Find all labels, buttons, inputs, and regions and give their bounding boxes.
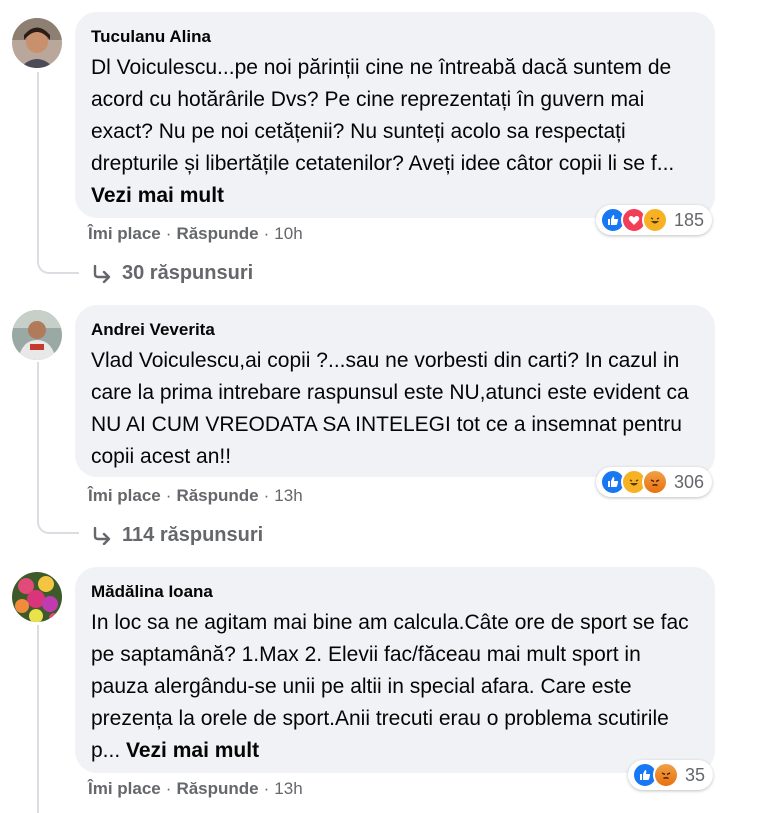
comment-text: In loc sa ne agitam mai bine am calcula.… xyxy=(91,607,699,767)
comment-actions: Îmi place · Răspunde · 10h xyxy=(88,224,303,244)
separator-dot: · xyxy=(263,486,270,505)
user-photo-icon xyxy=(12,310,62,360)
separator-dot: · xyxy=(263,779,270,798)
view-replies-button[interactable]: 114 răspunsuri xyxy=(92,524,263,547)
separator-dot: · xyxy=(165,486,172,505)
comment-author[interactable]: Mădălina Ioana xyxy=(91,581,699,603)
replies-count: 30 răspunsuri xyxy=(122,262,254,284)
like-button[interactable]: Îmi place xyxy=(88,486,161,505)
angry-reaction-icon xyxy=(642,469,668,495)
comment-time[interactable]: 13h xyxy=(274,779,302,798)
separator-dot: · xyxy=(165,779,172,798)
separator-dot: · xyxy=(165,224,172,243)
comment-bubble: Andrei Veverita Vlad Voiculescu,ai copii… xyxy=(75,305,715,477)
reaction-count: 185 xyxy=(674,209,705,230)
haha-reaction-icon xyxy=(642,207,668,233)
reply-button[interactable]: Răspunde xyxy=(176,486,258,505)
like-button[interactable]: Îmi place xyxy=(88,224,161,243)
reply-arrow-icon xyxy=(93,264,111,283)
avatar[interactable] xyxy=(12,18,62,68)
comment-author[interactable]: Tuculanu Alina xyxy=(91,26,699,48)
like-button[interactable]: Îmi place xyxy=(88,779,161,798)
comment-actions: Îmi place · Răspunde · 13h xyxy=(88,486,303,506)
flowers-photo-icon xyxy=(12,572,62,622)
thread-line-1 xyxy=(37,72,39,252)
comment-bubble: Tuculanu Alina Dl Voiculescu...pe noi pă… xyxy=(75,12,715,218)
comment-body: Vlad Voiculescu,ai copii ?...sau ne vorb… xyxy=(91,349,689,468)
reaction-summary[interactable]: 185 xyxy=(596,205,713,235)
comment-text: Dl Voiculescu...pe noi părinții cine ne … xyxy=(91,52,699,212)
reaction-summary[interactable]: 35 xyxy=(628,760,714,790)
user-photo-icon xyxy=(12,18,62,68)
thread-elbow-2 xyxy=(37,510,79,534)
separator-dot: · xyxy=(263,224,270,243)
reaction-summary[interactable]: 306 xyxy=(596,467,713,497)
reaction-count: 306 xyxy=(674,471,705,492)
replies-count: 114 răspunsuri xyxy=(122,524,264,546)
reaction-count: 35 xyxy=(685,764,706,785)
comment-time[interactable]: 10h xyxy=(274,224,302,243)
thread-elbow-1 xyxy=(37,250,79,274)
avatar[interactable] xyxy=(12,310,62,360)
comment-bubble: Mădălina Ioana In loc sa ne agitam mai b… xyxy=(75,567,715,773)
view-replies-button[interactable]: 30 răspunsuri xyxy=(92,262,253,285)
reply-button[interactable]: Răspunde xyxy=(176,224,258,243)
comment-time[interactable]: 13h xyxy=(274,486,302,505)
avatar[interactable] xyxy=(12,572,62,622)
comment-actions: Îmi place · Răspunde · 13h xyxy=(88,779,303,799)
angry-reaction-icon xyxy=(653,762,679,788)
reply-arrow-icon xyxy=(93,526,111,545)
see-more-link[interactable]: Vezi mai mult xyxy=(126,739,259,762)
thread-line-3 xyxy=(37,625,39,813)
comment-body: Dl Voiculescu...pe noi părinții cine ne … xyxy=(91,56,675,175)
comment-author[interactable]: Andrei Veverita xyxy=(91,319,699,341)
reply-button[interactable]: Răspunde xyxy=(176,779,258,798)
thread-line-2 xyxy=(37,362,39,512)
see-more-link[interactable]: Vezi mai mult xyxy=(91,184,224,207)
